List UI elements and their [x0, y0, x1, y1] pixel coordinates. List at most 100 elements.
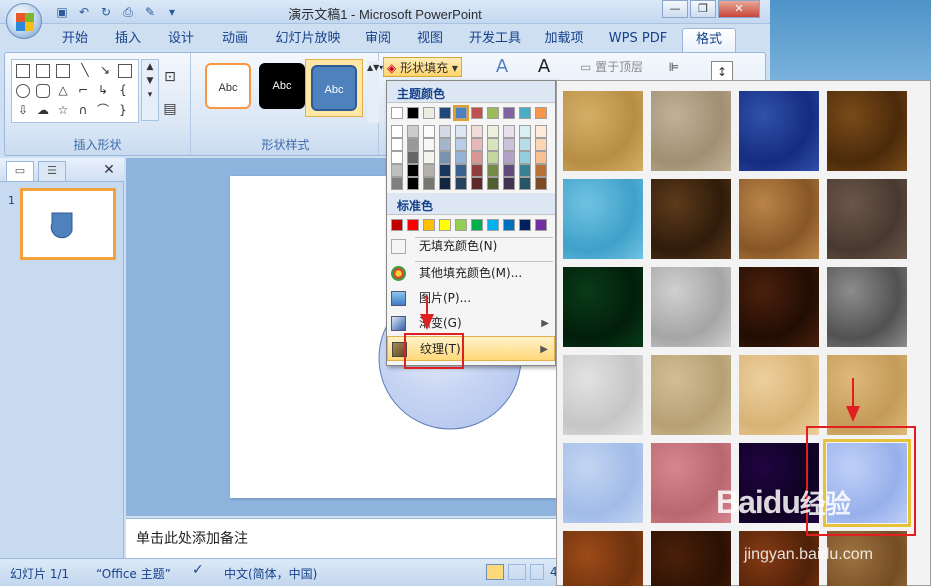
style-thumb-blue[interactable]: Abc [311, 65, 357, 111]
close-button[interactable]: ✕ [718, 0, 760, 18]
theme-tint-swatch[interactable] [535, 151, 547, 164]
picture-item[interactable]: 图片(P)... [387, 286, 555, 311]
tab-design[interactable]: 设计 [158, 28, 204, 52]
edit-shape-icon[interactable]: ⊡ [161, 67, 179, 87]
standard-color-swatch[interactable] [407, 219, 419, 231]
theme-color-swatch[interactable] [535, 107, 547, 119]
theme-tint-swatch[interactable] [487, 177, 499, 190]
restore-button[interactable]: ❐ [690, 0, 716, 18]
down-arrow-shape-icon[interactable]: ⇩ [14, 100, 32, 120]
theme-tint-swatch[interactable] [439, 125, 451, 138]
slide-thumbnail[interactable] [20, 188, 116, 260]
no-fill-item[interactable]: 无填充颜色(N) [387, 234, 555, 259]
theme-color-swatch[interactable] [439, 107, 451, 119]
theme-tint-swatch[interactable] [519, 164, 531, 177]
theme-tint-swatch[interactable] [487, 164, 499, 177]
texture-swatch[interactable] [563, 91, 643, 171]
star-shape-icon[interactable]: ☆ [54, 100, 72, 120]
theme-tint-swatch[interactable] [455, 125, 467, 138]
shape-fill-button[interactable]: ◈ 形状填充 ▾ [383, 57, 462, 77]
theme-tint-swatch[interactable] [471, 164, 483, 177]
rectangle-shape-icon[interactable] [16, 64, 30, 78]
styles-scroll-icon[interactable]: ▲▼▾ [367, 61, 383, 123]
theme-tint-swatch[interactable] [519, 151, 531, 164]
theme-tint-swatch[interactable] [503, 177, 515, 190]
spellcheck-icon[interactable]: ✓ [192, 562, 204, 578]
theme-tint-swatch[interactable] [391, 138, 403, 151]
rounded-rect-icon[interactable] [36, 84, 50, 98]
tab-view[interactable]: 视图 [408, 28, 452, 52]
sorter-view-icon[interactable] [508, 564, 526, 580]
slides-tab[interactable]: ▭ [6, 161, 34, 181]
theme-tint-swatch[interactable] [439, 138, 451, 151]
tab-animation[interactable]: 动画 [212, 28, 258, 52]
tab-slideshow[interactable]: 幻灯片放映 [266, 28, 350, 52]
more-colors-item[interactable]: 其他填充颜色(M)... [387, 261, 555, 286]
notes-pane[interactable]: 单击此处添加备注 [126, 518, 556, 558]
oval-shape-icon[interactable] [16, 84, 30, 98]
theme-tint-swatch[interactable] [503, 151, 515, 164]
theme-tint-swatch[interactable] [423, 138, 435, 151]
arc-shape-icon[interactable]: ⌒ [94, 100, 112, 120]
elbow-connector-icon[interactable]: ⌐ [74, 80, 92, 100]
texture-swatch[interactable] [563, 179, 643, 259]
standard-color-swatch[interactable] [439, 219, 451, 231]
theme-tint-swatch[interactable] [535, 177, 547, 190]
texture-swatch[interactable] [827, 179, 907, 259]
tab-addins[interactable]: 加载项 [536, 28, 592, 52]
theme-tint-swatch[interactable] [455, 138, 467, 151]
standard-color-swatch[interactable] [519, 219, 531, 231]
normal-view-icon[interactable] [486, 564, 504, 580]
theme-tint-swatch[interactable] [423, 164, 435, 177]
theme-tint-swatch[interactable] [471, 125, 483, 138]
vertical-textbox-icon[interactable] [56, 64, 70, 78]
theme-tint-swatch[interactable] [503, 138, 515, 151]
align-icon[interactable]: ⊫ [665, 57, 683, 77]
office-button[interactable] [6, 3, 42, 39]
texture-swatch[interactable] [651, 267, 731, 347]
theme-tint-swatch[interactable] [391, 151, 403, 164]
textbox-icon[interactable]: ▤ [161, 99, 179, 119]
theme-tint-swatch[interactable] [439, 177, 451, 190]
texture-swatch[interactable] [827, 267, 907, 347]
cloud-shape-icon[interactable]: ☁ [34, 100, 52, 120]
texture-swatch[interactable] [563, 531, 643, 586]
theme-tint-swatch[interactable] [391, 125, 403, 138]
theme-color-swatch[interactable] [391, 107, 403, 119]
theme-tint-swatch[interactable] [455, 164, 467, 177]
texture-swatch[interactable] [739, 355, 819, 435]
texture-swatch[interactable] [739, 267, 819, 347]
style-thumb-orange[interactable]: Abc [205, 63, 251, 109]
theme-tint-swatch[interactable] [519, 177, 531, 190]
text-fill-icon[interactable]: A [535, 57, 553, 77]
standard-color-swatch[interactable] [471, 219, 483, 231]
theme-tint-swatch[interactable] [519, 138, 531, 151]
tab-insert[interactable]: 插入 [106, 28, 150, 52]
close-pane-icon[interactable]: ✕ [100, 160, 118, 180]
tab-format[interactable]: 格式 [682, 28, 736, 52]
texture-swatch[interactable] [563, 355, 643, 435]
theme-tint-swatch[interactable] [471, 177, 483, 190]
theme-tint-swatch[interactable] [455, 151, 467, 164]
texture-swatch[interactable] [651, 179, 731, 259]
outline-tab[interactable]: ☰ [38, 161, 66, 181]
theme-tint-swatch[interactable] [423, 177, 435, 190]
theme-tint-swatch[interactable] [487, 138, 499, 151]
theme-tint-swatch[interactable] [439, 151, 451, 164]
theme-tint-swatch[interactable] [423, 151, 435, 164]
triangle-shape-icon[interactable]: △ [54, 80, 72, 100]
theme-color-swatch[interactable] [519, 107, 531, 119]
tab-developer[interactable]: 开发工具 [460, 28, 530, 52]
standard-color-swatch[interactable] [391, 219, 403, 231]
tab-wps-pdf[interactable]: WPS PDF [598, 28, 678, 52]
theme-color-swatch[interactable] [407, 107, 419, 119]
textbox-shape-icon[interactable] [36, 64, 50, 78]
curve-shape-icon[interactable]: ∩ [74, 100, 92, 120]
theme-tint-swatch[interactable] [391, 164, 403, 177]
theme-color-swatch[interactable] [503, 107, 515, 119]
texture-swatch[interactable] [651, 355, 731, 435]
standard-color-swatch[interactable] [535, 219, 547, 231]
line-shape-icon[interactable]: ╲ [76, 60, 94, 80]
standard-color-swatch[interactable] [455, 219, 467, 231]
slideshow-view-icon[interactable] [530, 564, 544, 580]
